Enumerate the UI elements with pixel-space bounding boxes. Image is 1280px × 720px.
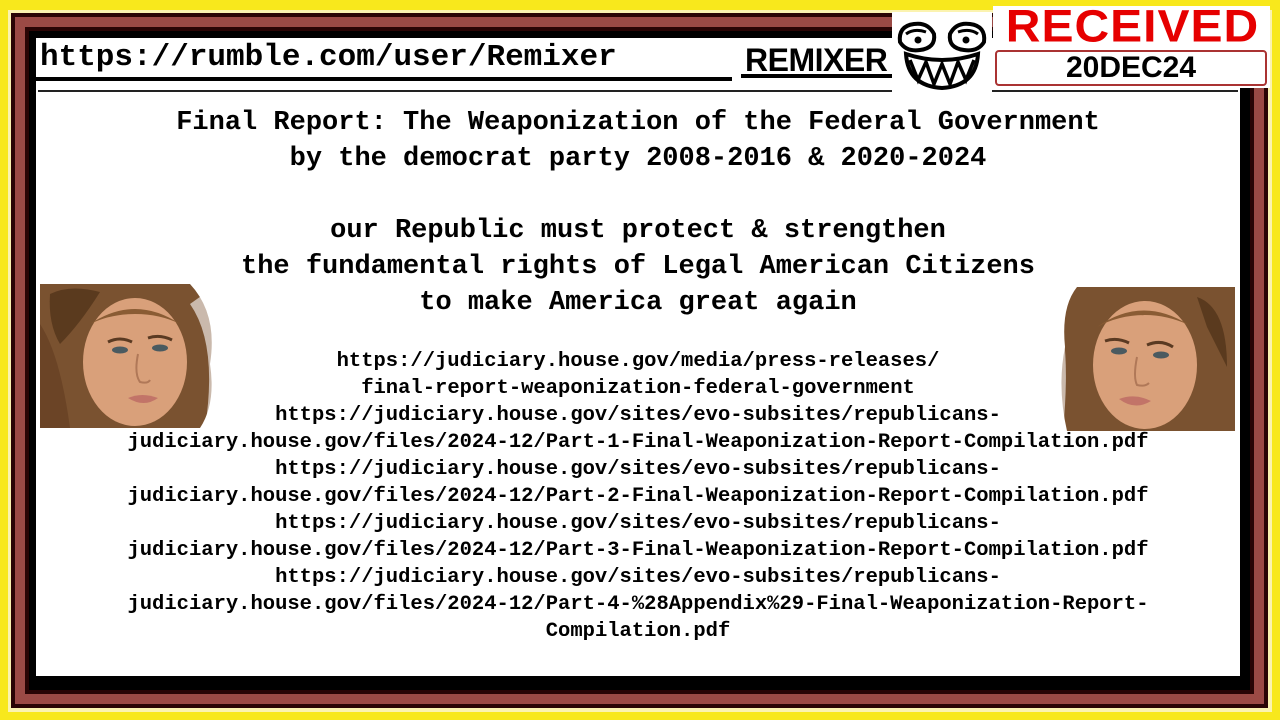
part-1-link-line-1[interactable]: https://judiciary.house.gov/sites/evo-su… bbox=[36, 402, 1240, 429]
message-line-3: to make America great again bbox=[419, 288, 857, 318]
part-4-link-line-2[interactable]: judiciary.house.gov/files/2024-12/Part-4… bbox=[36, 591, 1240, 618]
url-underline bbox=[36, 77, 732, 81]
received-label: RECEIVED bbox=[1005, 1, 1260, 52]
part-4-link-line-3[interactable]: Compilation.pdf bbox=[36, 618, 1240, 645]
received-date: 20DEC24 bbox=[995, 50, 1267, 86]
channel-name: REMIXER bbox=[745, 42, 888, 78]
press-release-link-line-1[interactable]: https://judiciary.house.gov/media/press-… bbox=[36, 348, 1240, 375]
grinning-monster-face-icon bbox=[892, 12, 992, 92]
report-title-line-2: by the democrat party 2008-2016 & 2020-2… bbox=[289, 144, 987, 174]
part-1-link-line-2[interactable]: judiciary.house.gov/files/2024-12/Part-1… bbox=[36, 429, 1240, 456]
press-release-link-line-2[interactable]: final-report-weaponization-federal-gover… bbox=[36, 375, 1240, 402]
part-2-link-line-1[interactable]: https://judiciary.house.gov/sites/evo-su… bbox=[36, 456, 1240, 483]
report-title-line-1: Final Report: The Weaponization of the F… bbox=[176, 108, 1100, 138]
part-3-link-line-2[interactable]: judiciary.house.gov/files/2024-12/Part-3… bbox=[36, 537, 1240, 564]
message-line-1: our Republic must protect & strengthen bbox=[330, 216, 946, 246]
part-3-link-line-1[interactable]: https://judiciary.house.gov/sites/evo-su… bbox=[36, 510, 1240, 537]
part-4-link-line-1[interactable]: https://judiciary.house.gov/sites/evo-su… bbox=[36, 564, 1240, 591]
channel-url-box: https://rumble.com/user/Remixer bbox=[36, 40, 732, 78]
channel-url[interactable]: https://rumble.com/user/Remixer bbox=[40, 40, 617, 76]
part-2-link-line-2[interactable]: judiciary.house.gov/files/2024-12/Part-2… bbox=[36, 483, 1240, 510]
header-divider bbox=[38, 90, 1238, 92]
channel-name-box: REMIXER bbox=[741, 42, 899, 78]
message-line-2: the fundamental rights of Legal American… bbox=[241, 252, 1035, 282]
